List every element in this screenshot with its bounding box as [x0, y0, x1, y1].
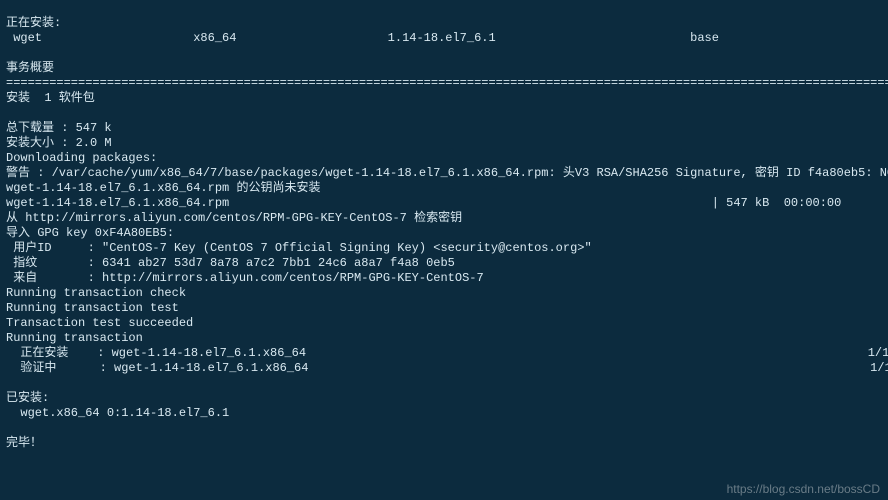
line: wget x86_64 1.14-18.el7_6.1 base 547 k	[6, 31, 888, 45]
terminal-output: 正在安装: wget x86_64 1.14-18.el7_6.1 base 5…	[0, 12, 888, 453]
watermark-text: https://blog.csdn.net/bossCD	[727, 482, 880, 497]
line: Downloading packages:	[6, 151, 157, 165]
line: Running transaction test	[6, 301, 179, 315]
line: 指纹 : 6341 ab27 53d7 8a78 a7c2 7bb1 24c6 …	[6, 256, 455, 270]
line: wget.x86_64 0:1.14-18.el7_6.1	[6, 406, 229, 420]
line: ========================================…	[6, 76, 888, 90]
line: 导入 GPG key 0xF4A80EB5:	[6, 226, 174, 240]
line: 验证中 : wget-1.14-18.el7_6.1.x86_64 1/1	[6, 361, 888, 375]
line: wget-1.14-18.el7_6.1.x86_64.rpm 的公钥尚未安装	[6, 181, 320, 195]
line: 警告 : /var/cache/yum/x86_64/7/base/packag…	[6, 166, 888, 180]
line: 从 http://mirrors.aliyun.com/centos/RPM-G…	[6, 211, 462, 225]
line: 用户ID : "CentOS-7 Key (CentOS 7 Official …	[6, 241, 592, 255]
line: wget-1.14-18.el7_6.1.x86_64.rpm | 547 kB…	[6, 196, 841, 210]
line: 安装大小 : 2.0 M	[6, 136, 112, 150]
line: 来自 : http://mirrors.aliyun.com/centos/RP…	[6, 271, 484, 285]
line: 完毕！	[6, 436, 42, 450]
line: Running transaction check	[6, 286, 186, 300]
line: 事务概要	[6, 61, 54, 75]
line: 安装 1 软件包	[6, 91, 95, 105]
line: 正在安装 : wget-1.14-18.el7_6.1.x86_64 1/1	[6, 346, 888, 360]
line: 已安装:	[6, 391, 49, 405]
line: 正在安装:	[6, 16, 61, 30]
line: Running transaction	[6, 331, 143, 345]
line: Transaction test succeeded	[6, 316, 193, 330]
line: 总下载量 : 547 k	[6, 121, 112, 135]
